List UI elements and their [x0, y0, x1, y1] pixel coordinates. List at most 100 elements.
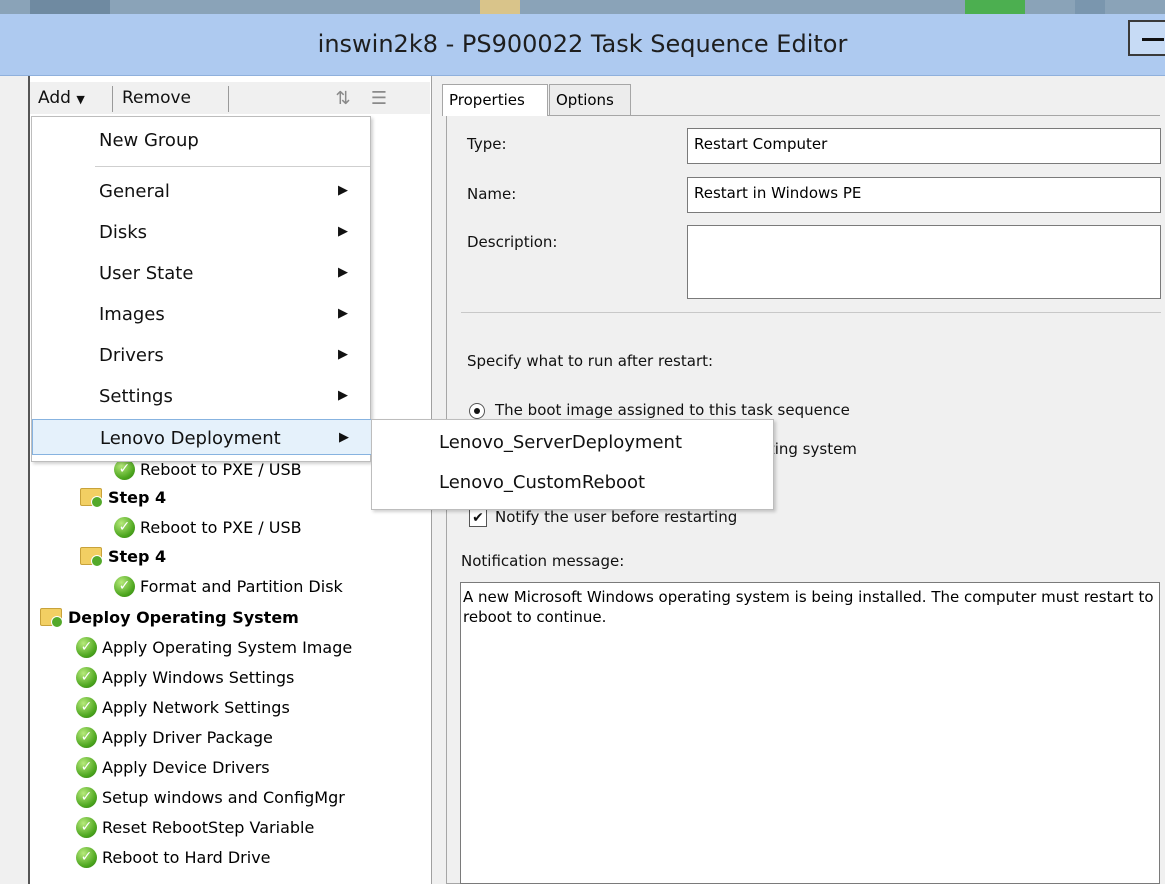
tree-step[interactable]: ✓ Reboot to Hard Drive: [76, 843, 271, 871]
boot-image-radio[interactable]: [469, 403, 485, 419]
boot-image-radio-label: The boot image assigned to this task seq…: [495, 401, 850, 419]
submenu-arrow-icon: ▶: [338, 306, 348, 321]
tab-options[interactable]: Options: [549, 84, 631, 115]
submenu-item-lenovo-custom-reboot[interactable]: Lenovo_CustomReboot: [439, 472, 645, 493]
toolbar-divider: [228, 86, 229, 112]
menu-item-label: Lenovo Deployment: [100, 428, 281, 449]
name-input[interactable]: Restart in Windows PE: [687, 177, 1161, 213]
menu-item-general[interactable]: General ▶: [32, 173, 372, 209]
submenu-arrow-icon: ▶: [338, 224, 348, 239]
submenu-arrow-icon: ▶: [338, 183, 348, 198]
checkmark-icon: ✓: [76, 846, 97, 868]
tree-toolbar: Add ▼ Remove ⇅ ☰: [30, 82, 430, 114]
add-button[interactable]: Add ▼: [38, 88, 85, 108]
tree-step-label: Apply Driver Package: [102, 727, 273, 747]
description-input[interactable]: [687, 225, 1161, 299]
checkmark-icon: ✓: [76, 666, 97, 688]
tree-step-label: Apply Operating System Image: [102, 637, 353, 657]
menu-item-label: Disks: [99, 222, 148, 243]
tree-step[interactable]: ✓ Apply Windows Settings: [76, 663, 294, 691]
tree-step-label: Reboot to PXE / USB: [140, 517, 302, 537]
submenu-arrow-icon: ▶: [338, 388, 348, 403]
tree-step[interactable]: ✓ Apply Network Settings: [76, 693, 290, 721]
name-label: Name:: [467, 185, 517, 203]
lenovo-deployment-submenu: Lenovo_ServerDeployment Lenovo_CustomReb…: [371, 419, 774, 510]
type-field: Restart Computer: [687, 128, 1161, 164]
notification-message-label: Notification message:: [461, 552, 625, 570]
menu-item-lenovo-deployment[interactable]: Lenovo Deployment ▶: [32, 419, 372, 455]
notification-text-line: reboot to continue.: [463, 608, 607, 626]
menu-item-new-group[interactable]: New Group: [32, 122, 372, 158]
tree-group[interactable]: Deploy Operating System: [40, 603, 299, 631]
menu-item-images[interactable]: Images ▶: [32, 296, 372, 332]
tree-group-label: Deploy Operating System: [68, 607, 299, 627]
notify-user-checkbox[interactable]: ✔: [469, 509, 487, 527]
move-up-icon[interactable]: ⇅: [332, 88, 354, 110]
tab-label: Properties: [449, 91, 525, 109]
tree-step[interactable]: ✓ Apply Device Drivers: [76, 753, 270, 781]
submenu-arrow-icon: ▶: [338, 347, 348, 362]
chevron-down-icon: ▼: [76, 93, 85, 106]
type-label: Type:: [467, 135, 507, 153]
menu-item-label: General: [99, 181, 170, 202]
tree-step-label: Reboot to PXE / USB: [140, 459, 302, 479]
tree-group[interactable]: Step 4: [80, 542, 166, 570]
tree-step-label: Apply Network Settings: [102, 697, 290, 717]
remove-button[interactable]: Remove: [122, 88, 191, 108]
submenu-arrow-icon: ▶: [338, 265, 348, 280]
tree-step-label: Setup windows and ConfigMgr: [102, 787, 345, 807]
submenu-item-lenovo-server-deployment[interactable]: Lenovo_ServerDeployment: [439, 432, 682, 453]
tab-label: Options: [556, 91, 614, 109]
tree-step[interactable]: ✓ Setup windows and ConfigMgr: [76, 783, 345, 811]
menu-item-label: User State: [99, 263, 194, 284]
tree-group-label: Step 4: [108, 487, 167, 507]
menu-item-disks[interactable]: Disks ▶: [32, 214, 372, 250]
tree-group-label: Step 4: [108, 546, 167, 566]
notify-user-label: Notify the user before restarting: [495, 508, 738, 526]
menu-item-settings[interactable]: Settings ▶: [32, 378, 372, 414]
tree-step[interactable]: ✓ Reboot to PXE / USB: [114, 513, 302, 541]
description-label: Description:: [467, 233, 558, 251]
menu-item-user-state[interactable]: User State ▶: [32, 255, 372, 291]
submenu-arrow-icon: ▶: [339, 430, 349, 445]
tree-step[interactable]: ✓ Reset RebootStep Variable: [76, 813, 314, 841]
tree-step-label: Apply Windows Settings: [102, 667, 295, 687]
tree-step[interactable]: ✓ Apply Driver Package: [76, 723, 273, 751]
tree-step[interactable]: ✓ Format and Partition Disk: [114, 572, 343, 600]
toolbar-divider: [112, 86, 113, 112]
move-down-icon[interactable]: ☰: [368, 88, 390, 110]
taskbar-item[interactable]: [1075, 0, 1105, 14]
folder-icon: [40, 608, 63, 628]
tree-step-label: Reset RebootStep Variable: [102, 817, 315, 837]
folder-icon: [80, 547, 103, 567]
checkmark-icon: ✓: [76, 636, 97, 658]
tree-step-label: Apply Device Drivers: [102, 757, 270, 777]
checkmark-icon: ✓: [114, 516, 135, 538]
menu-item-label: New Group: [99, 130, 199, 151]
taskbar-item[interactable]: [965, 0, 1025, 14]
minimize-icon: [1142, 38, 1164, 41]
menu-item-label: Images: [99, 304, 165, 325]
checkmark-icon: ✓: [76, 756, 97, 778]
taskbar: [0, 0, 1165, 14]
menu-divider: [95, 166, 370, 167]
checkmark-icon: ✓: [76, 726, 97, 748]
section-divider: [461, 312, 1161, 313]
checkmark-icon: ✓: [76, 786, 97, 808]
notification-message-textarea[interactable]: A new Microsoft Windows operating system…: [460, 582, 1160, 884]
add-label: Add: [38, 88, 71, 108]
tree-group[interactable]: Step 4: [80, 483, 166, 511]
checkmark-icon: ✓: [76, 696, 97, 718]
minimize-button[interactable]: [1128, 20, 1165, 56]
tree-step[interactable]: ✓ Apply Operating System Image: [76, 633, 352, 661]
tab-properties[interactable]: Properties: [442, 84, 548, 116]
tree-step-label: Reboot to Hard Drive: [102, 847, 271, 867]
menu-item-label: Drivers: [99, 345, 164, 366]
folder-icon: [80, 488, 103, 508]
run-after-restart-label: Specify what to run after restart:: [467, 352, 714, 370]
menu-item-drivers[interactable]: Drivers ▶: [32, 337, 372, 373]
menu-item-label: Settings: [99, 386, 173, 407]
tree-step-label: Format and Partition Disk: [140, 576, 343, 596]
taskbar-item[interactable]: [480, 0, 520, 14]
taskbar-item[interactable]: [30, 0, 110, 14]
